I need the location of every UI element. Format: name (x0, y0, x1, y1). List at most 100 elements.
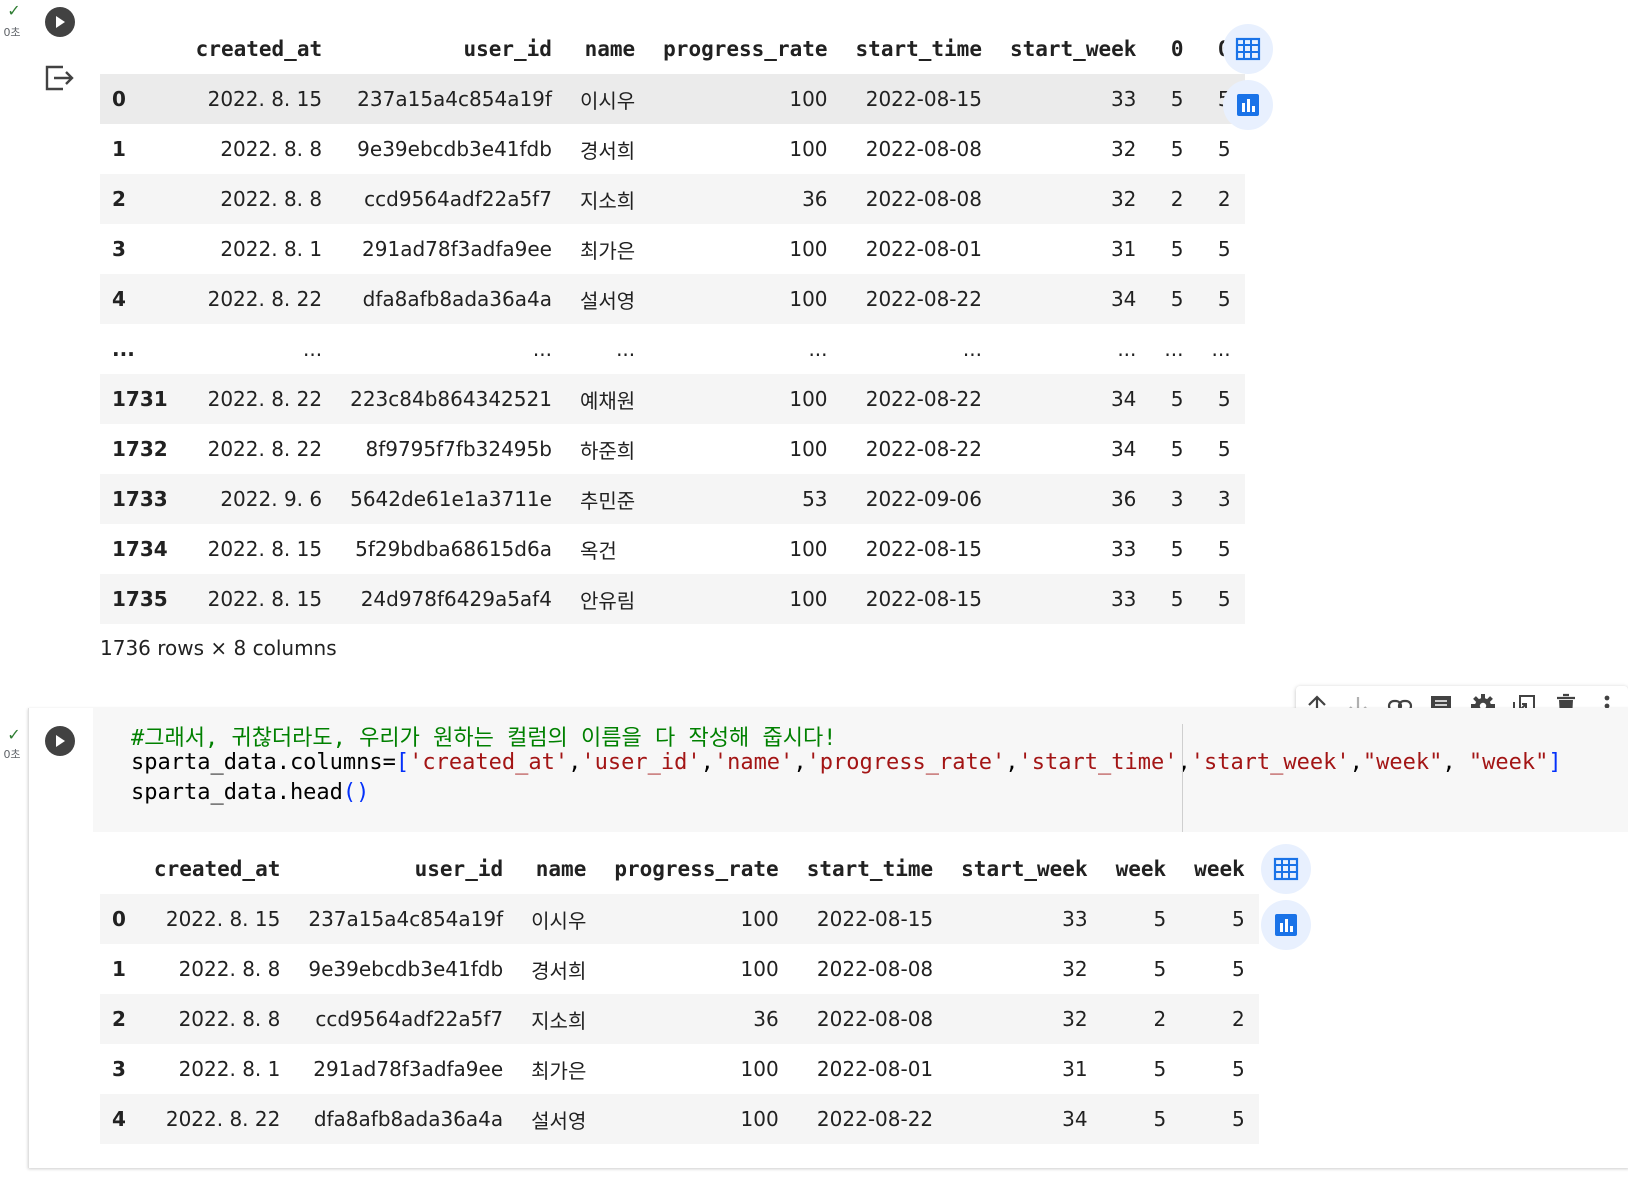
column-header: start_week (1009, 37, 1137, 61)
table-cell: 안유림 (565, 574, 650, 624)
code-comment-line: #그래서, 귀찮더라도, 우리가 원하는 컬럼의 이름을 다 작성해 줍시다! (131, 726, 837, 751)
bar-chart-icon (1237, 94, 1259, 116)
table-cell: 2022. 8. 15 (181, 74, 337, 124)
table-cell: 3 (1197, 474, 1245, 524)
table-cell: 2022-08-15 (792, 894, 948, 944)
code-string: "week" (1362, 750, 1443, 775)
code-string: 'name' (713, 750, 794, 775)
table-cell: 5 (1150, 224, 1198, 274)
table-row: 1735 2022. 8. 15 24d978f6429a5af4 안유림 100 202… (100, 574, 1245, 624)
table-cell: 5 (1197, 574, 1245, 624)
table-cell: 100 (600, 1094, 793, 1144)
table-cell: 5 (1101, 1094, 1181, 1144)
table-cell: 9e39ebcdb3e41fdb (294, 944, 518, 994)
suggest-charts-button[interactable] (1261, 900, 1311, 950)
table-row: 2 2022. 8. 8 ccd9564adf22a5f7 지소희 36 2022-08-… (100, 994, 1259, 1044)
clear-output-button[interactable] (43, 63, 77, 93)
table-cell: 32 (995, 124, 1151, 174)
row-index: 3 (100, 224, 182, 274)
table-cell: 경서희 (565, 124, 650, 174)
code-string: 'user_id' (581, 750, 701, 775)
table-cell: 100 (600, 944, 793, 994)
convert-to-interactive-table-button[interactable] (1223, 24, 1273, 74)
table-cell: 2022-08-22 (841, 274, 996, 324)
table-cell: 지소희 (565, 174, 650, 224)
table-cell: 5 (1180, 1044, 1259, 1094)
table-cell: ... (565, 324, 650, 374)
table-row: 3 2022. 8. 1 291ad78f3adfa9ee 최가은 100 2022-08… (100, 224, 1245, 274)
table-cell: 2022-08-08 (841, 124, 996, 174)
table-cell: ... (1197, 324, 1245, 374)
table-cell: 291ad78f3adfa9ee (336, 224, 566, 274)
table-cell: 5 (1101, 944, 1181, 994)
row-index: 1735 (100, 574, 182, 624)
table-cell: 최가은 (565, 224, 650, 274)
code-line-columns: sparta_data.columns=['created_at','user_… (131, 750, 1562, 775)
table-cell: 36 (600, 994, 793, 1044)
table-cell: ... (649, 324, 842, 374)
code-editor[interactable]: #그래서, 귀찮더라도, 우리가 원하는 컬럼의 이름을 다 작성해 줍시다! … (93, 708, 1628, 832)
index-header (100, 844, 140, 894)
convert-to-interactive-table-button[interactable] (1261, 844, 1311, 894)
table-icon (1235, 37, 1261, 61)
table-cell: 2022-08-08 (792, 994, 948, 1044)
table-cell: 2022. 8. 22 (139, 1094, 295, 1144)
code-string: 'created_at' (409, 750, 569, 775)
table-cell: 2022-08-22 (792, 1094, 948, 1144)
table-cell: 2022-09-06 (841, 474, 996, 524)
table-cell: 5 (1197, 374, 1245, 424)
column-header: created_at (195, 37, 323, 61)
table-cell: 32 (947, 944, 1102, 994)
table-cell: 36 (649, 174, 842, 224)
table-cell: 31 (995, 224, 1151, 274)
play-icon (56, 16, 65, 28)
table-cell: 2022. 8. 15 (181, 574, 337, 624)
row-index: 1 (100, 944, 140, 994)
table-cell: 33 (995, 574, 1151, 624)
table-row: 1 2022. 8. 8 9e39ebcdb3e41fdb 경서희 100 2022-08… (100, 944, 1259, 994)
table-cell: 지소희 (517, 994, 601, 1044)
table-row: ........................... (100, 324, 1245, 374)
table-cell: 36 (995, 474, 1151, 524)
table-cell: 8f9795f7fb32495b (336, 424, 566, 474)
table-cell: 5 (1150, 124, 1198, 174)
table-cell: ... (995, 324, 1151, 374)
table-row: 1 2022. 8. 8 9e39ebcdb3e41fdb 경서희 100 2022-08… (100, 124, 1245, 174)
exec-time-label: 0초 (3, 748, 21, 761)
table-cell: 5 (1101, 894, 1181, 944)
row-index: 1733 (100, 474, 182, 524)
table-cell: 5 (1150, 524, 1198, 574)
table-cell: dfa8afb8ada36a4a (336, 274, 566, 324)
column-header: user_id (414, 857, 504, 881)
table-cell: 223c84b864342521 (336, 374, 566, 424)
column-header: start_time (855, 37, 982, 61)
table-cell: 33 (947, 894, 1102, 944)
table-cell: 옥건 (565, 524, 650, 574)
table-cell: 5 (1197, 124, 1245, 174)
table-cell: 2022-08-01 (841, 224, 996, 274)
suggest-charts-button[interactable] (1223, 80, 1273, 130)
table-cell: 5 (1180, 944, 1259, 994)
table-cell: ccd9564adf22a5f7 (294, 994, 518, 1044)
table-cell: 24d978f6429a5af4 (336, 574, 566, 624)
table-cell: 2022. 8. 8 (181, 124, 337, 174)
table-cell: 100 (649, 224, 842, 274)
run-cell-button[interactable] (45, 7, 75, 37)
table-cell: 5 (1150, 574, 1198, 624)
table-cell: 설서영 (517, 1094, 601, 1144)
run-cell-button[interactable] (45, 726, 75, 756)
table-row: 1733 2022. 9. 6 5642de61e1a3711e 추민준 53 2022-… (100, 474, 1245, 524)
table-cell: 2022-08-15 (841, 74, 996, 124)
table-cell: 237a15a4c854a19f (294, 894, 518, 944)
table-cell: ... (336, 324, 566, 374)
table-cell: 2022. 8. 8 (181, 174, 337, 224)
table-cell: 5 (1180, 894, 1259, 944)
table-cell: 32 (947, 994, 1102, 1044)
table-cell: 2022-08-01 (792, 1044, 948, 1094)
row-index: 1731 (100, 374, 182, 424)
table-cell: 53 (649, 474, 842, 524)
table-cell: 2022. 8. 1 (139, 1044, 295, 1094)
table-cell: 2022. 8. 15 (181, 524, 337, 574)
row-index: 3 (100, 1044, 140, 1094)
table-cell: 5 (1180, 1094, 1259, 1144)
